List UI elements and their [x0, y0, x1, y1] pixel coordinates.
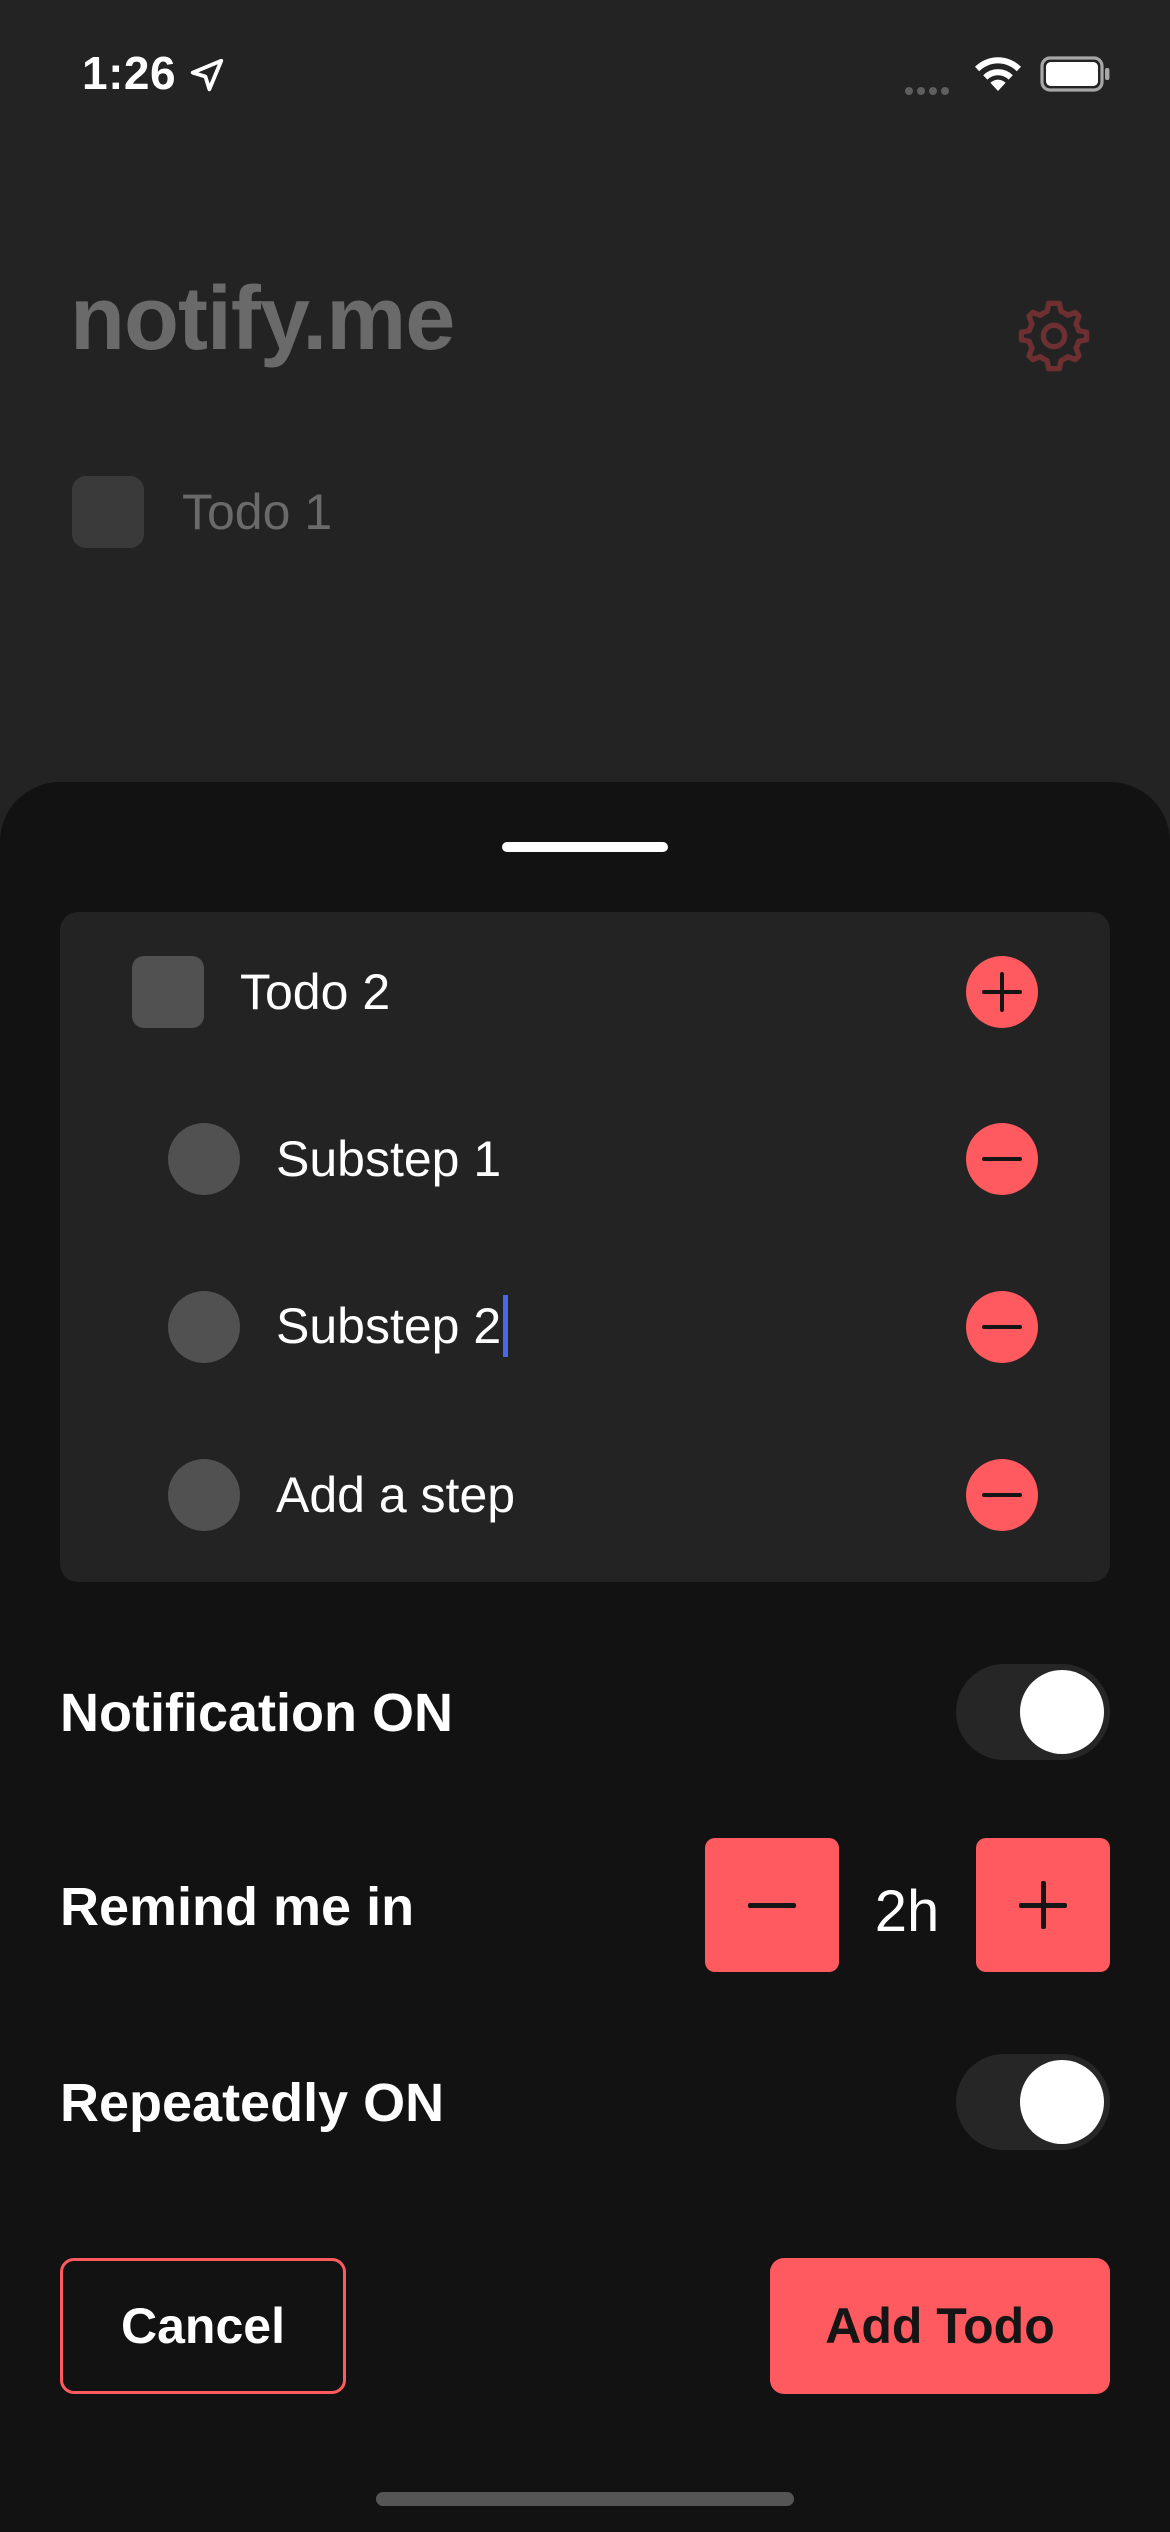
remove-substep-button[interactable]	[966, 1123, 1038, 1195]
substep-row: Substep 2	[60, 1272, 1110, 1382]
todo-card: Todo 2 Substep 1 Substep 2 Add a step	[60, 912, 1110, 1582]
substep-checkbox[interactable]	[168, 1291, 240, 1363]
wifi-icon	[975, 57, 1021, 91]
screen: 1:26 notify.me Todo 1 Todo 2 Substep 1 S…	[0, 0, 1170, 2532]
todo-title-input[interactable]: Todo 2	[240, 963, 390, 1021]
remove-substep-button[interactable]	[966, 1459, 1038, 1531]
add-todo-button[interactable]: Add Todo	[770, 2258, 1110, 2394]
todo-title-row: Todo 2	[60, 937, 1110, 1047]
background-todo-item[interactable]: Todo 1	[72, 476, 332, 548]
repeat-label: Repeatedly ON	[60, 2073, 445, 2133]
remind-label: Remind me in	[60, 1877, 415, 1937]
substep-checkbox[interactable]	[168, 1123, 240, 1195]
cellular-signal-icon	[905, 82, 959, 95]
background-todo-label: Todo 1	[182, 484, 333, 540]
battery-icon	[1040, 56, 1110, 92]
substep-row: Substep 1	[60, 1104, 1110, 1214]
reminder-value: 2h	[874, 1879, 940, 1944]
notification-toggle[interactable]	[956, 1664, 1110, 1760]
repeat-toggle[interactable]	[956, 2054, 1110, 2150]
app-title: notify.me	[70, 269, 455, 369]
toggle-knob	[1020, 2060, 1104, 2144]
toggle-knob	[1020, 1670, 1104, 1754]
status-time: 1:26	[82, 47, 177, 99]
text-caret	[503, 1294, 509, 1357]
decrease-reminder-button[interactable]	[705, 1838, 839, 1972]
notification-label: Notification ON	[60, 1683, 453, 1743]
status-bar: 1:26	[0, 0, 1170, 150]
substep-input[interactable]: Substep 1	[276, 1130, 501, 1188]
background-todo-checkbox[interactable]	[72, 476, 144, 548]
cancel-button[interactable]: Cancel	[60, 2258, 346, 2394]
substep-input-text: Substep 2	[276, 1298, 502, 1355]
add-step-row: Add a step	[60, 1440, 1110, 1550]
home-indicator	[376, 2492, 794, 2506]
gear-icon[interactable]	[1014, 296, 1094, 376]
add-todo-sheet: Todo 2 Substep 1 Substep 2 Add a step No…	[0, 782, 1170, 2532]
substep-checkbox[interactable]	[168, 1459, 240, 1531]
increase-reminder-button[interactable]	[976, 1838, 1110, 1972]
todo-checkbox[interactable]	[132, 956, 204, 1028]
add-substep-button[interactable]	[966, 956, 1038, 1028]
location-arrow-icon	[190, 58, 224, 92]
substep-input-active[interactable]: Substep 2	[276, 1294, 509, 1357]
remove-substep-button[interactable]	[966, 1291, 1038, 1363]
add-step-input[interactable]: Add a step	[276, 1466, 515, 1524]
sheet-grabber[interactable]	[502, 842, 668, 852]
